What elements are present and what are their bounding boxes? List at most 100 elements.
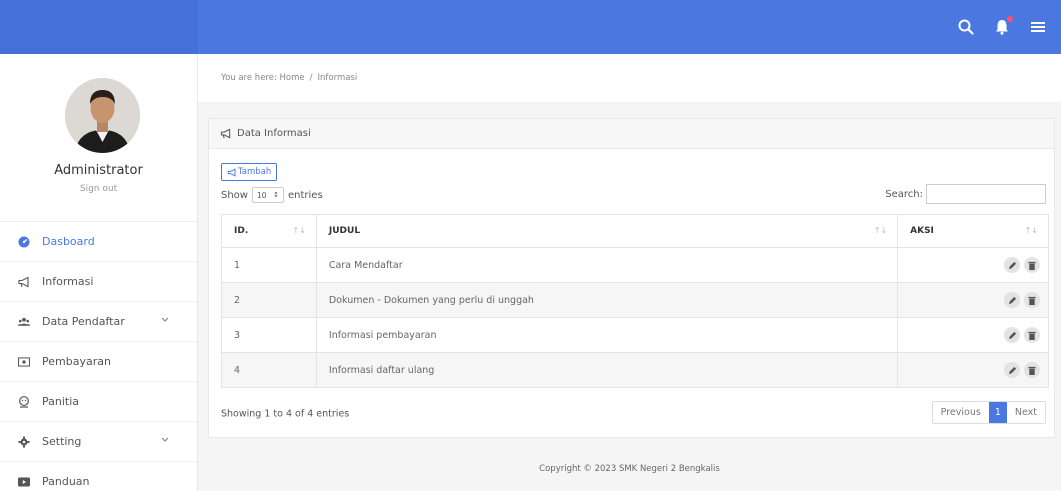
cell-aksi xyxy=(897,282,1049,318)
cell-aksi xyxy=(897,247,1049,283)
dashboard-icon xyxy=(18,236,30,248)
sidebar-item-label: Pembayaran xyxy=(42,355,111,368)
entries-select[interactable]: 10 ↕ xyxy=(251,187,284,203)
pencil-icon xyxy=(1008,331,1016,339)
breadcrumb-current: Informasi xyxy=(317,73,358,83)
add-button[interactable]: Tambah xyxy=(221,163,278,181)
entries-length-control: Show 10 ↕ entries xyxy=(221,187,323,203)
cell-aksi xyxy=(897,352,1049,388)
bell-icon[interactable] xyxy=(993,16,1013,36)
sidebar-item-label: Informasi xyxy=(42,275,94,288)
cell-judul: Cara Mendaftar xyxy=(315,247,899,283)
column-header-aksi[interactable]: AKSI ↑↓ xyxy=(897,214,1049,248)
breadcrumb-home[interactable]: Home xyxy=(280,73,305,83)
table-search: Search: xyxy=(885,184,1046,204)
sort-icon: ↑↓ xyxy=(1024,226,1038,235)
sort-icon: ↑↓ xyxy=(873,226,888,235)
sidebar-item-setting[interactable]: Setting xyxy=(0,422,197,462)
top-navbar xyxy=(0,0,1061,54)
profile-box: Administrator Sign out xyxy=(0,54,197,222)
delete-button[interactable] xyxy=(1024,362,1040,378)
pagination: Previous 1 Next xyxy=(931,401,1046,424)
trash-icon xyxy=(1028,296,1036,305)
cell-judul: Dokumen - Dokumen yang perlu di unggah xyxy=(315,282,899,318)
footer-copyright: Copyright © 2023 SMK Negeri 2 Bengkalis xyxy=(539,463,720,474)
cell-id: 2 xyxy=(221,282,317,318)
navbar-icons xyxy=(957,0,1047,54)
sidebar-item-pembayaran[interactable]: Pembayaran xyxy=(0,342,197,382)
cell-id: 3 xyxy=(221,317,317,353)
search-icon[interactable] xyxy=(957,18,975,36)
sidebar-item-label: Panitia xyxy=(42,395,80,408)
entries-select-value: 10 xyxy=(256,190,267,200)
sidebar-item-label: Setting xyxy=(42,435,82,448)
panel-title: Data Informasi xyxy=(237,128,311,139)
gear-icon xyxy=(18,436,30,448)
breadcrumb-prefix: You are here: xyxy=(221,73,277,83)
avatar xyxy=(65,78,140,153)
trash-icon xyxy=(1028,331,1036,340)
entries-label: entries xyxy=(287,189,323,201)
edit-button[interactable] xyxy=(1004,362,1020,378)
sidebar-item-label: Data Pendaftar xyxy=(42,315,125,328)
add-button-label: Tambah xyxy=(238,167,272,177)
updown-icon: ↕ xyxy=(273,191,279,199)
megaphone-icon xyxy=(227,167,237,177)
sidebar-item-data-pendaftar[interactable]: Data Pendaftar xyxy=(0,302,197,342)
breadcrumb-separator: / xyxy=(309,73,313,83)
pencil-icon xyxy=(1008,366,1016,374)
sidebar-item-panduan[interactable]: Panduan xyxy=(0,462,197,491)
cell-judul: Informasi daftar ulang xyxy=(315,352,899,388)
pencil-icon xyxy=(1008,296,1016,304)
sort-icon: ↑↓ xyxy=(292,226,306,235)
delete-button[interactable] xyxy=(1024,327,1040,343)
delete-button[interactable] xyxy=(1024,292,1040,308)
edit-button[interactable] xyxy=(1004,327,1020,343)
megaphone-icon xyxy=(18,276,30,288)
column-header-id[interactable]: ID. ↑↓ xyxy=(221,214,317,248)
sidebar-item-informasi[interactable]: Informasi xyxy=(0,262,197,302)
data-panel: Data Informasi Tambah Show 10 ↕ entries … xyxy=(208,118,1055,438)
search-input[interactable] xyxy=(926,184,1046,204)
table-row: 1 Cara Mendaftar xyxy=(221,247,1049,283)
data-table: ID. ↑↓ JUDUL ↑↓ AKSI ↑↓ 1 Cara Mendaftar 2 … xyxy=(221,214,1049,388)
table-row: 4 Informasi daftar ulang xyxy=(221,352,1049,388)
next-button[interactable]: Next xyxy=(1006,402,1045,423)
sidebar-item-dasboard[interactable]: Dasboard xyxy=(0,222,197,262)
money-icon xyxy=(18,356,30,368)
menu-icon[interactable] xyxy=(1029,18,1047,36)
sidebar-item-label: Dasboard xyxy=(42,235,95,248)
megaphone-icon xyxy=(220,128,232,139)
delete-button[interactable] xyxy=(1024,257,1040,273)
table-header-row: ID. ↑↓ JUDUL ↑↓ AKSI ↑↓ xyxy=(221,214,1049,248)
cell-judul: Informasi pembayaran xyxy=(315,317,899,353)
show-label: Show xyxy=(221,189,248,201)
sidebar-item-label: Panduan xyxy=(42,475,90,488)
chevron-down-icon xyxy=(161,316,169,326)
trash-icon xyxy=(1028,366,1036,375)
brand-area xyxy=(0,0,198,54)
table-row: 2 Dokumen - Dokumen yang perlu di unggah xyxy=(221,282,1049,318)
main-content: You are here: Home / Informasi Data Info… xyxy=(198,54,1061,491)
table-row: 3 Informasi pembayaran xyxy=(221,317,1049,353)
table-info: Showing 1 to 4 of 4 entries xyxy=(221,408,350,420)
pencil-icon xyxy=(1008,261,1016,269)
chevron-down-icon xyxy=(161,436,169,446)
sidebar: Administrator Sign out Dasboard Informas… xyxy=(0,54,198,491)
user-icon xyxy=(18,395,30,408)
edit-button[interactable] xyxy=(1004,257,1020,273)
signout-link[interactable]: Sign out xyxy=(0,184,197,194)
video-icon xyxy=(18,476,30,488)
cell-aksi xyxy=(897,317,1049,353)
column-header-judul[interactable]: JUDUL ↑↓ xyxy=(315,214,899,248)
page-1-button[interactable]: 1 xyxy=(988,402,1007,423)
cell-id: 1 xyxy=(221,247,317,283)
previous-button[interactable]: Previous xyxy=(932,402,989,423)
edit-button[interactable] xyxy=(1004,292,1020,308)
profile-name: Administrator xyxy=(54,163,143,178)
panel-header: Data Informasi xyxy=(209,119,1054,149)
notification-dot xyxy=(1007,16,1013,22)
sidebar-item-panitia[interactable]: Panitia xyxy=(0,382,197,422)
cell-id: 4 xyxy=(221,352,317,388)
trash-icon xyxy=(1028,261,1036,270)
